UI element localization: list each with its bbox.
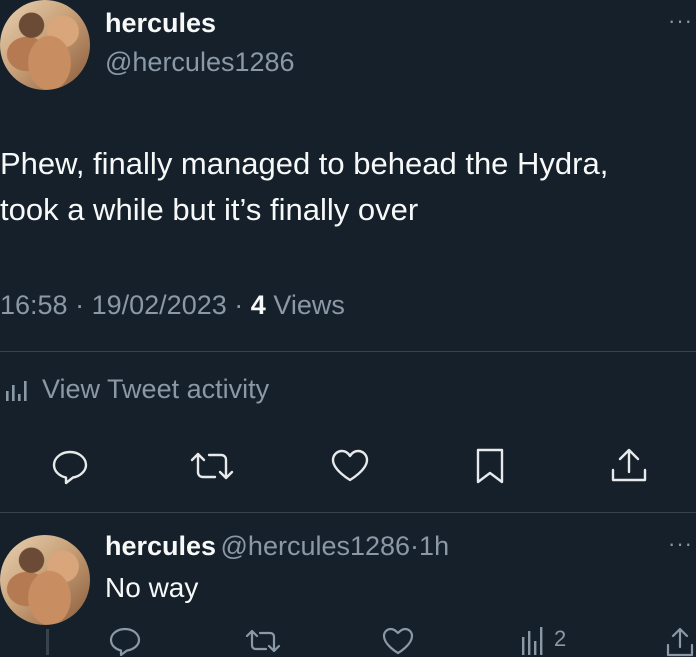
meta-separator: · — [234, 290, 244, 320]
share-icon[interactable] — [607, 446, 651, 486]
reply-author-name[interactable]: hercules — [105, 531, 216, 561]
author-name[interactable]: hercules — [105, 8, 216, 39]
divider — [0, 512, 696, 513]
reply-icon[interactable] — [48, 446, 92, 486]
view-tweet-activity-label: View Tweet activity — [42, 374, 270, 404]
like-icon[interactable] — [328, 446, 372, 486]
more-options-icon[interactable]: ··· — [668, 8, 693, 34]
tweet-text-line-2: took a while but it’s finally over — [0, 192, 419, 227]
reply-like-icon[interactable] — [380, 625, 416, 657]
reply-views-count: 2 — [554, 626, 567, 651]
bookmark-icon[interactable] — [470, 446, 510, 486]
reply-header: hercules @hercules1286·1h — [105, 531, 449, 562]
reply-author-handle[interactable]: @hercules1286 — [221, 531, 411, 561]
reply-text: No way — [105, 572, 199, 603]
analytics-icon — [4, 377, 32, 403]
views-label: Views — [273, 290, 345, 320]
reply-reply-icon[interactable] — [107, 625, 143, 657]
retweet-icon[interactable] — [188, 446, 236, 486]
tweet-text: Phew, finally managed to behead the Hydr… — [0, 141, 696, 233]
reply-analytics-icon — [520, 625, 546, 655]
tweet-text-line-1: Phew, finally managed to behead the Hydr… — [0, 146, 609, 181]
avatar[interactable] — [0, 0, 90, 90]
view-tweet-activity-link[interactable]: View Tweet activity — [4, 374, 269, 405]
tweet-time[interactable]: 16:58 — [0, 290, 68, 320]
tweet-meta: 16:58 · 19/02/2023 · 4 Views — [0, 290, 345, 321]
author-handle[interactable]: @hercules1286 — [105, 47, 295, 78]
reply-time-ago[interactable]: 1h — [419, 531, 449, 561]
divider — [0, 351, 696, 352]
meta-separator: · — [75, 290, 85, 320]
thread-line — [46, 629, 49, 655]
reply-retweet-icon[interactable] — [244, 625, 282, 657]
reply-views[interactable]: 2 — [520, 625, 566, 655]
reply-separator: · — [410, 531, 420, 561]
reply-more-options-icon[interactable]: ··· — [668, 531, 693, 557]
reply-share-icon[interactable] — [664, 625, 696, 657]
reply-avatar[interactable] — [0, 535, 90, 625]
tweet-date[interactable]: 19/02/2023 — [92, 290, 227, 320]
views-count: 4 — [250, 290, 266, 320]
